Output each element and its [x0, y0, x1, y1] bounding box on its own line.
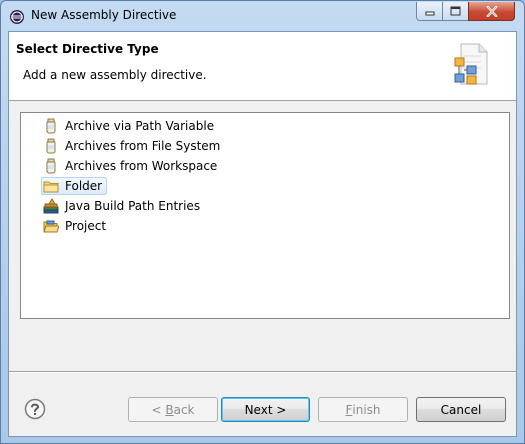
help-icon[interactable]	[24, 398, 46, 420]
tree-item-java-build-path-entries[interactable]: Java Build Path Entries	[43, 197, 202, 215]
dialog-window: New Assembly Directive Select Directive …	[0, 0, 525, 444]
jar-icon	[46, 158, 56, 174]
tree-item-label: Archives from Workspace	[65, 159, 218, 173]
back-button[interactable]: < Back	[128, 397, 218, 422]
jar-icon	[46, 118, 56, 134]
finish-button[interactable]: Finish	[318, 397, 408, 422]
back-button-mnemonic: B	[165, 402, 174, 417]
cancel-button[interactable]: Cancel	[416, 397, 506, 422]
wizard-banner-icon	[454, 43, 488, 85]
page-title: Select Directive Type	[16, 42, 159, 56]
finish-button-mnemonic: F	[345, 402, 353, 417]
tree-item-project[interactable]: Project	[43, 217, 108, 235]
close-icon	[485, 5, 498, 17]
minimize-icon	[425, 11, 434, 16]
button-bar-separator	[9, 371, 516, 373]
tree-item-label: Project	[65, 219, 107, 233]
cancel-button-label: Cancel	[440, 402, 482, 417]
tree-item-archive-via-path-variable[interactable]: Archive via Path Variable	[43, 117, 216, 135]
next-button-label: Next >	[244, 402, 287, 417]
next-button[interactable]: Next >	[221, 397, 310, 422]
finish-button-rest: inish	[352, 402, 381, 417]
close-button[interactable]	[468, 2, 515, 21]
tree-item-label: Java Build Path Entries	[65, 199, 201, 213]
eclipse-app-icon	[10, 10, 24, 24]
tree-item-label: Folder	[65, 179, 103, 193]
jar-icon	[46, 138, 56, 154]
minimize-button[interactable]	[416, 2, 443, 21]
dialog-client-area: Select Directive Type Add a new assembly…	[8, 31, 517, 437]
folder-icon	[43, 181, 59, 193]
maximize-icon	[450, 6, 461, 16]
tree-item-archives-from-file-system[interactable]: Archives from File System	[43, 137, 222, 155]
tree-item-label: Archives from File System	[65, 139, 221, 153]
tree-item-archives-from-workspace[interactable]: Archives from Workspace	[43, 157, 219, 175]
back-button-prefix: <	[151, 402, 166, 417]
tree-item-label: Archive via Path Variable	[65, 119, 215, 133]
maximize-button[interactable]	[442, 2, 469, 21]
tree-item-folder[interactable]: Folder	[41, 177, 108, 195]
wizard-header: Select Directive Type Add a new assembly…	[9, 32, 516, 101]
directive-type-tree[interactable]: Archive via Path Variable Archives from …	[20, 112, 510, 319]
back-button-rest: ack	[173, 402, 195, 417]
window-title: New Assembly Directive	[31, 8, 177, 22]
page-description: Add a new assembly directive.	[23, 68, 207, 82]
title-bar[interactable]: New Assembly Directive	[1, 1, 524, 31]
project-folder-icon	[43, 220, 59, 233]
library-icon	[43, 198, 59, 214]
